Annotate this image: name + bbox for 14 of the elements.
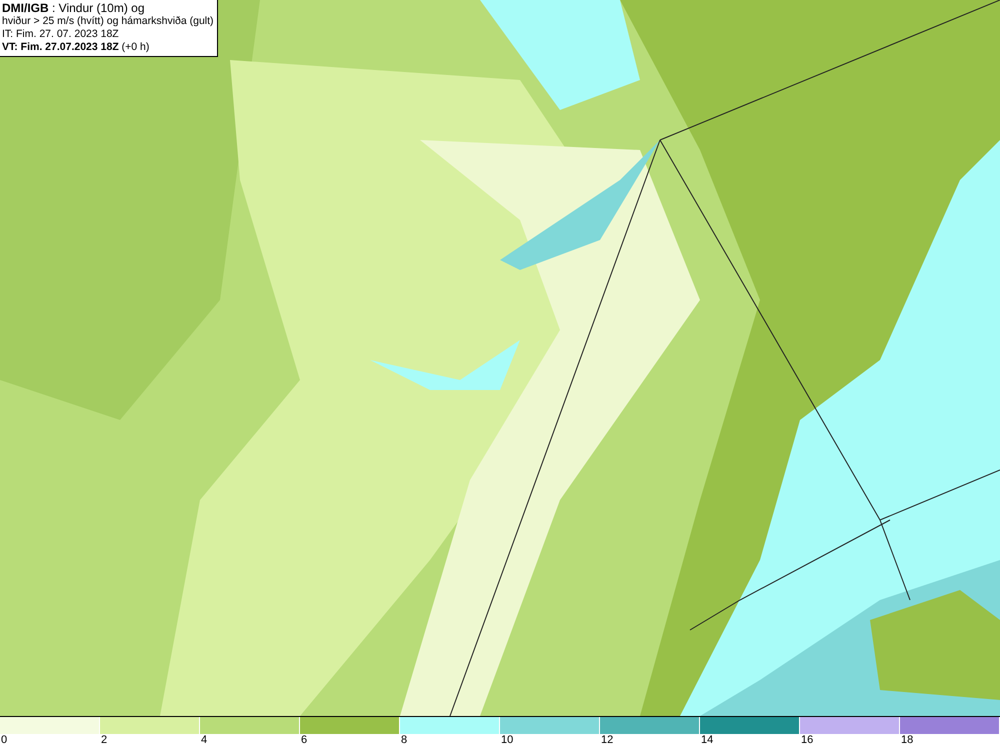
legend-label: 12	[600, 734, 614, 747]
info-text: VT: Fim. 27.07.2023 18Z (+0 h)	[2, 41, 150, 54]
info-text: hviður > 25 m/s (hvítt) og hámarkshviða (gult)	[2, 15, 214, 28]
legend-label: 14	[700, 734, 714, 747]
info-text: DMI/IGB : Vindur (10m) og	[2, 1, 146, 15]
legend-label: 10	[500, 734, 514, 747]
info-text: IT: Fim. 27. 07. 2023 18Z	[2, 28, 120, 41]
legend-label: 0	[0, 734, 8, 747]
legend-label: 8	[400, 734, 408, 747]
legend-label: 4	[200, 734, 208, 747]
legend-label: 6	[300, 734, 308, 747]
legend-label: 2	[100, 734, 108, 747]
legend-label: 16	[800, 734, 814, 747]
legend-label: 18	[900, 734, 914, 747]
